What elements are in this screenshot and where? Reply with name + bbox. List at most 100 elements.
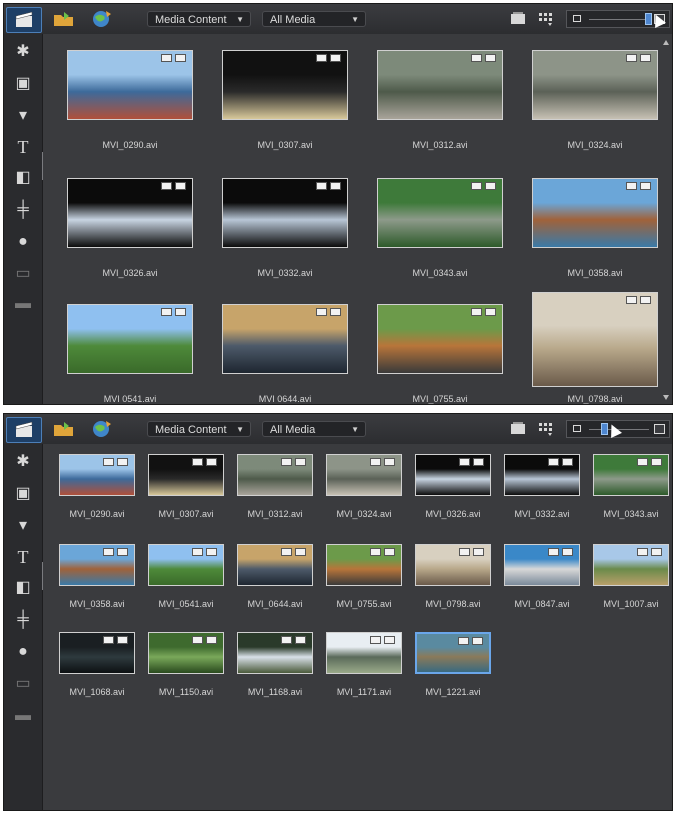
media-thumbnail[interactable] (59, 544, 135, 586)
media-filename: MVI_0644.avi (247, 599, 303, 609)
video-audio-badge-icon (316, 54, 341, 64)
media-thumbnail[interactable] (415, 632, 491, 674)
media-thumbnail[interactable] (593, 544, 669, 586)
media-filename: MVI_0755.avi (336, 599, 392, 609)
microphone-icon: ● (18, 233, 28, 250)
media-thumbnail[interactable] (67, 304, 193, 374)
record-room-button[interactable]: ● (12, 642, 34, 662)
subtitle-room-button[interactable]: ▬ (12, 706, 34, 726)
media-thumbnail[interactable] (326, 544, 402, 586)
media-thumbnail[interactable] (59, 454, 135, 496)
media-thumbnail[interactable] (222, 50, 348, 120)
grid-view-icon (539, 13, 552, 26)
subtitle-icon: ▬ (15, 295, 31, 312)
media-thumbnail[interactable] (148, 544, 224, 586)
transition-room-button[interactable]: ▣ (12, 74, 34, 94)
media-filename: MVI_0332.avi (514, 509, 570, 519)
sort-button[interactable] (507, 419, 531, 439)
video-audio-badge-icon (103, 636, 128, 646)
media-room-tab[interactable] (6, 417, 42, 443)
media-thumbnail[interactable] (222, 304, 348, 374)
media-thumbnail[interactable] (237, 544, 313, 586)
video-audio-badge-icon (370, 548, 395, 558)
import-media-button[interactable] (52, 419, 76, 439)
media-thumbnail[interactable] (504, 544, 580, 586)
media-filename: MVI_0312.avi (247, 509, 303, 519)
media-grid: MVI_0290.avi MVI_0307.avi MVI_0312.avi MVI_… (43, 444, 672, 810)
video-audio-badge-icon (637, 548, 662, 558)
media-thumbnail[interactable] (148, 632, 224, 674)
audio-mixing-room-button[interactable]: ╪ (12, 200, 34, 220)
media-thumbnail[interactable] (593, 454, 669, 496)
media-thumbnail[interactable] (222, 178, 348, 248)
voiceover-room-button[interactable]: ◧ (12, 168, 34, 188)
fx-room-button[interactable]: ✱ (12, 452, 34, 472)
media-thumbnail[interactable] (59, 632, 135, 674)
video-audio-badge-icon (281, 636, 306, 646)
media-thumbnail[interactable] (415, 544, 491, 586)
sparkle-icon: ▾ (18, 107, 28, 124)
media-thumbnail[interactable] (377, 178, 503, 248)
media-thumbnail[interactable] (237, 632, 313, 674)
capture-button[interactable] (90, 419, 114, 439)
capture-button[interactable] (90, 9, 114, 29)
media-content-value: Media Content (155, 424, 227, 436)
chapter-room-button[interactable]: ▭ (12, 674, 34, 694)
media-filename: MVI 0644.avi (258, 394, 312, 404)
media-room-tab[interactable] (6, 7, 42, 33)
media-content-dropdown[interactable]: Media Content ▼ (147, 11, 251, 27)
view-options-button[interactable] (534, 9, 558, 29)
clapper-icon (15, 421, 33, 437)
import-media-button[interactable] (52, 9, 76, 29)
media-thumbnail[interactable] (326, 454, 402, 496)
subtitle-room-button[interactable]: ▬ (12, 294, 34, 314)
media-thumbnail[interactable] (377, 304, 503, 374)
media-library-panel-small-thumbs: Media Content ▼ All Media ▼ ✱ ▣ ▾ T ◧ ╪ ● … (3, 413, 673, 811)
transition-icon: ▣ (15, 485, 31, 502)
voiceover-room-button[interactable]: ◧ (12, 578, 34, 598)
media-thumbnail[interactable] (532, 292, 658, 387)
title-room-button[interactable]: T (12, 137, 34, 157)
media-filename: MVI_0541.avi (158, 599, 214, 609)
media-thumbnail[interactable] (148, 454, 224, 496)
scroll-up-icon[interactable] (663, 40, 669, 45)
room-sidebar: ✱ ▣ ▾ T ◧ ╪ ● ▭ ▬ (4, 444, 43, 810)
media-thumbnail[interactable] (237, 454, 313, 496)
media-filename: MVI_0324.avi (567, 140, 623, 150)
library-toolbar: Media Content ▼ All Media ▼ (4, 414, 672, 445)
video-audio-badge-icon (459, 458, 484, 468)
particle-room-button[interactable]: ▾ (12, 106, 34, 126)
title-room-button[interactable]: T (12, 547, 34, 567)
media-thumbnail[interactable] (415, 454, 491, 496)
video-audio-badge-icon (281, 458, 306, 468)
all-media-dropdown[interactable]: All Media ▼ (262, 11, 366, 27)
media-filename: MVI_0343.avi (412, 268, 468, 278)
transition-room-button[interactable]: ▣ (12, 484, 34, 504)
audio-mixing-room-button[interactable]: ╪ (12, 610, 34, 630)
media-thumbnail[interactable] (326, 632, 402, 674)
media-filename: MVI_0798.avi (567, 394, 623, 404)
media-thumbnail[interactable] (504, 454, 580, 496)
fx-room-button[interactable]: ✱ (12, 42, 34, 62)
media-content-dropdown[interactable]: Media Content ▼ (147, 421, 251, 437)
all-media-dropdown[interactable]: All Media ▼ (262, 421, 366, 437)
media-thumbnail[interactable] (377, 50, 503, 120)
media-thumbnail[interactable] (532, 178, 658, 248)
sort-button[interactable] (507, 9, 531, 29)
sort-icon (511, 422, 525, 434)
media-thumbnail[interactable] (67, 178, 193, 248)
video-audio-badge-icon (192, 548, 217, 558)
view-options-button[interactable] (534, 419, 558, 439)
media-thumbnail[interactable] (532, 50, 658, 120)
all-media-value: All Media (270, 14, 316, 26)
media-filename: MVI_1150.avi (158, 687, 214, 697)
clapper-icon (15, 11, 33, 27)
media-filename: MVI_0307.avi (158, 509, 214, 519)
video-audio-badge-icon (459, 548, 484, 558)
particle-room-button[interactable]: ▾ (12, 516, 34, 536)
library-toolbar: Media Content ▼ All Media ▼ (4, 4, 672, 35)
record-room-button[interactable]: ● (12, 232, 34, 252)
media-filename: MVI_1171.avi (336, 687, 392, 697)
chapter-room-button[interactable]: ▭ (12, 264, 34, 284)
media-thumbnail[interactable] (67, 50, 193, 120)
